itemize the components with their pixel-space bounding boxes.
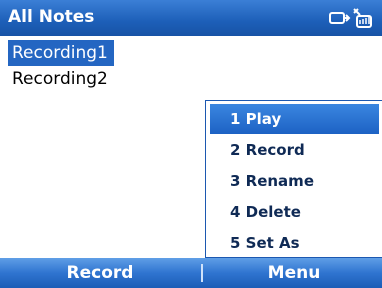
menu-item-label: 4 Delete <box>230 203 301 221</box>
list-item-recording2[interactable]: Recording2 <box>8 66 114 92</box>
menu-softkey[interactable]: Menu <box>206 258 382 288</box>
list-item-label: Recording1 <box>12 43 108 63</box>
page-title: All Notes <box>8 7 95 27</box>
menu-item-label: 1 Play <box>230 110 282 128</box>
menu-item-rename[interactable]: 3 Rename <box>210 166 379 196</box>
popup-menu: 1 Play 2 Record 3 Rename 4 Delete 5 Set … <box>205 100 382 282</box>
list-item-recording1[interactable]: Recording1 <box>8 40 114 66</box>
connectivity-icon <box>329 12 351 24</box>
menu-item-record[interactable]: 2 Record <box>210 135 379 165</box>
list-item-label: Recording2 <box>12 69 108 89</box>
menu-item-label: 2 Record <box>230 141 305 159</box>
softkey-label: Menu <box>267 263 321 283</box>
menu-item-set-as-ringtone[interactable]: 5 Set As Ringtone <box>210 228 379 282</box>
menu-item-play[interactable]: 1 Play <box>210 104 379 134</box>
softkey-divider <box>201 264 203 282</box>
title-bar: All Notes <box>0 0 382 36</box>
record-softkey[interactable]: Record <box>0 258 200 288</box>
menu-item-label: 3 Rename <box>230 172 314 190</box>
status-icons <box>328 5 374 31</box>
softkey-bar: Record Menu <box>0 258 382 288</box>
phone-signal-icon <box>353 8 372 28</box>
softkey-label: Record <box>66 263 134 283</box>
menu-item-delete[interactable]: 4 Delete <box>210 197 379 227</box>
